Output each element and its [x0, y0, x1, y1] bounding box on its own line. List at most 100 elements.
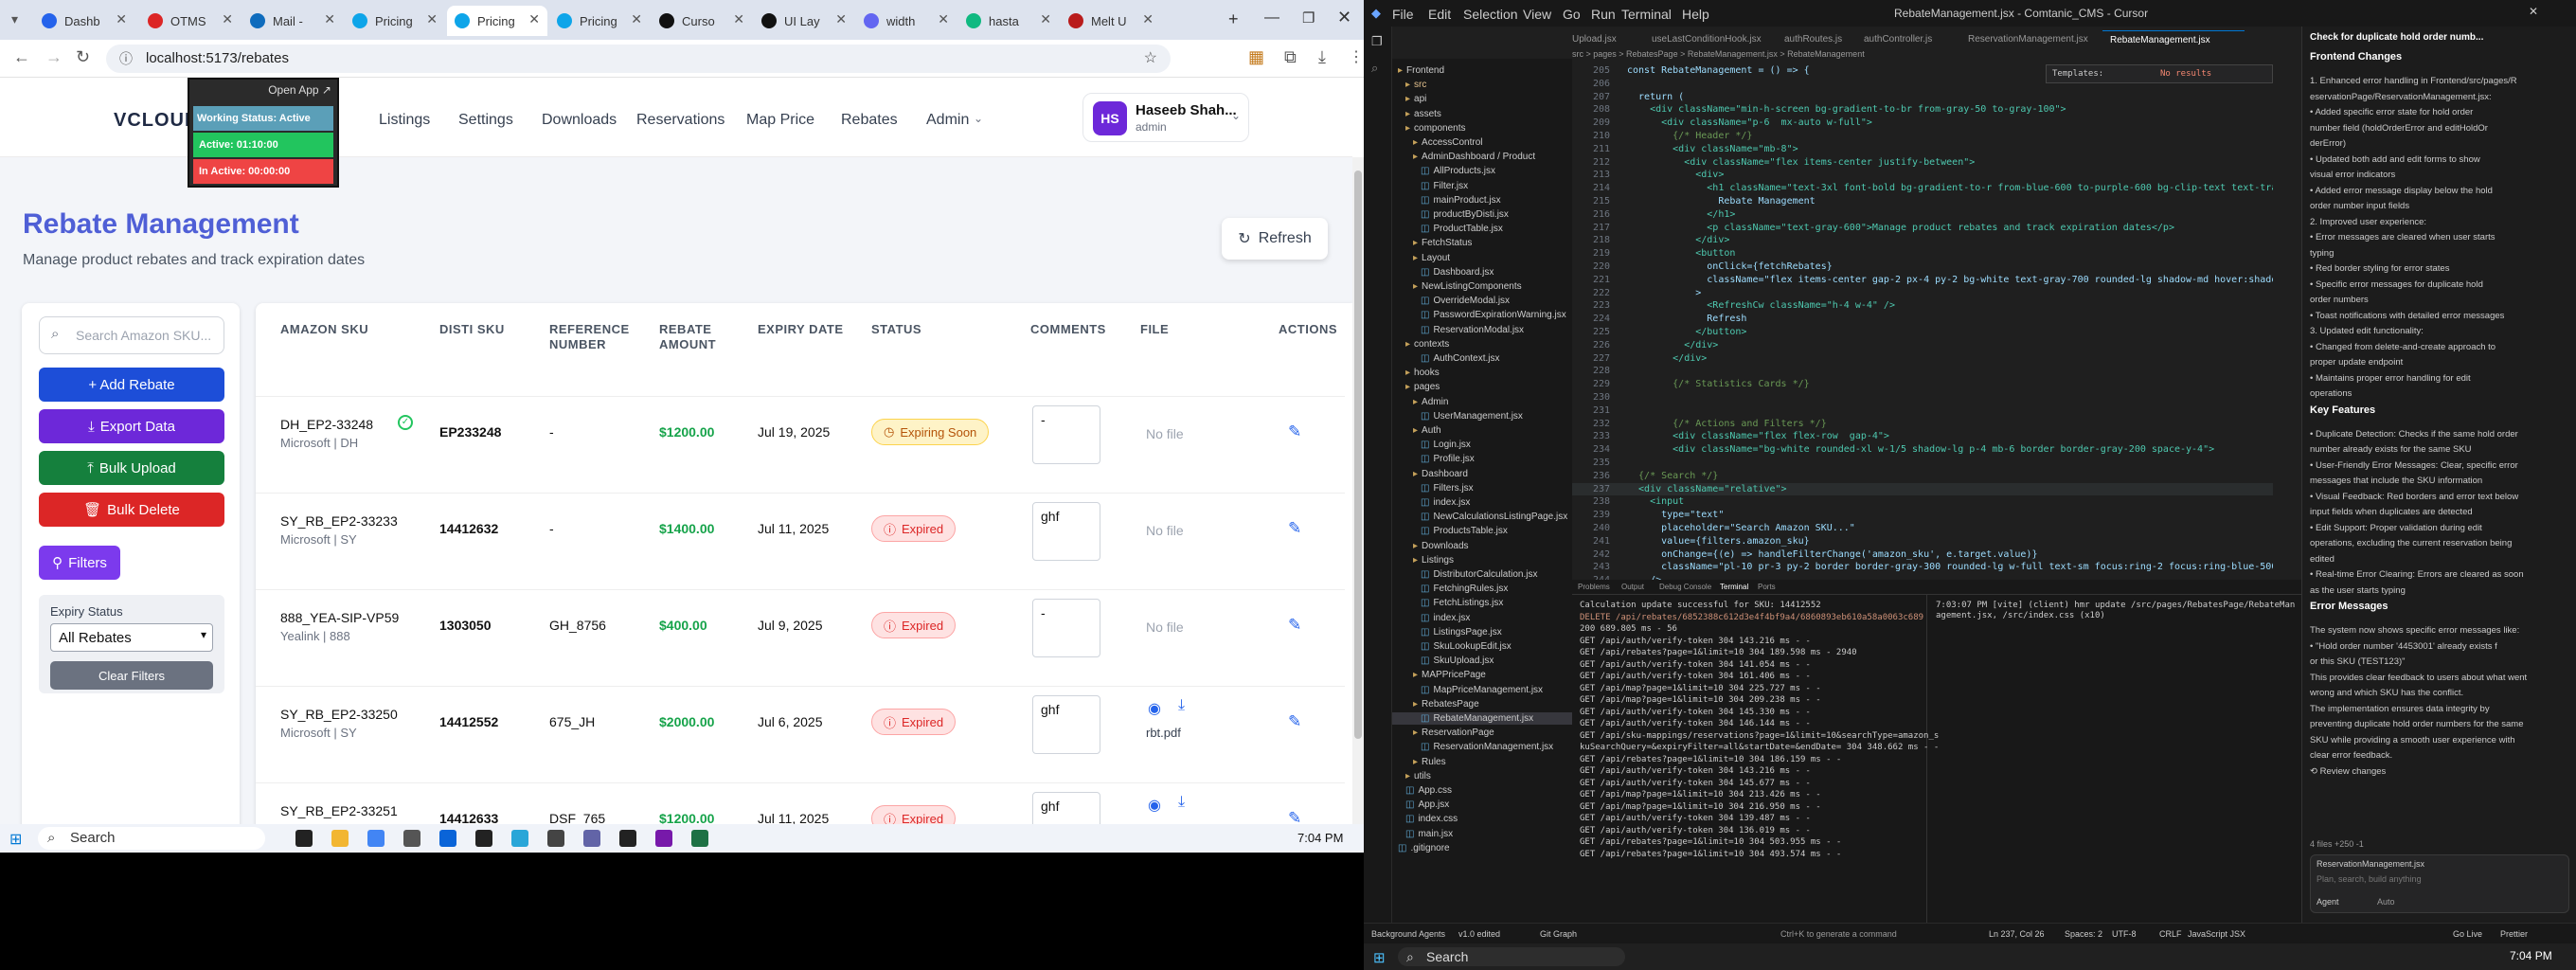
scrollbar-thumb[interactable] — [1354, 171, 1362, 739]
minimize-icon[interactable]: — — [1264, 9, 1279, 27]
explorer-file[interactable]: ◫ App.css — [1392, 784, 1572, 797]
explorer-folder[interactable]: ▸ RebatesPage — [1392, 698, 1572, 710]
status-item[interactable]: Go Live — [2453, 929, 2482, 939]
menu-terminal[interactable]: Terminal — [1621, 7, 1672, 22]
code-editor[interactable]: Templates: No results 205 const RebateMan… — [1572, 59, 2273, 580]
windows-start-icon[interactable]: ⊞ — [1373, 949, 1386, 966]
menu-selection[interactable]: Selection — [1463, 7, 1518, 22]
taskbar-app-icon[interactable] — [655, 830, 672, 847]
explorer-file[interactable]: ◫ productByDisti.jsx — [1392, 208, 1572, 221]
browser-tab[interactable]: Dashb ✕ — [34, 6, 134, 36]
site-info-icon[interactable]: ⓘ — [119, 45, 133, 73]
browser-tab[interactable]: Mail - ✕ — [242, 6, 343, 36]
explorer-file[interactable]: ◫ .gitignore — [1392, 842, 1572, 854]
changed-files-summary[interactable]: 4 files +250 -1 — [2310, 839, 2569, 853]
view-eye-icon[interactable]: ◉ — [1148, 699, 1161, 718]
model-select[interactable]: Auto — [2377, 897, 2395, 907]
close-tab-icon[interactable]: ✕ — [1040, 11, 1051, 27]
download-icon[interactable]: ⤓ — [1178, 794, 1185, 811]
panel-tab-output[interactable]: Output — [1621, 583, 1644, 591]
forward-icon[interactable]: → — [45, 47, 63, 67]
explorer-file[interactable]: ◫ DistributorCalculation.jsx — [1392, 568, 1572, 581]
taskbar-search[interactable]: ⌕ Search — [38, 827, 265, 850]
edit-icon[interactable]: ✎ — [1288, 422, 1301, 441]
url-input[interactable]: ⓘ localhost:5173/rebates ☆ — [106, 45, 1171, 73]
editor-tab[interactable]: RebateManagement.jsx — [2102, 30, 2245, 49]
download-icon[interactable]: ⤓ — [1318, 47, 1326, 67]
search-icon[interactable]: ⌕ — [1371, 61, 1378, 76]
status-item[interactable]: Ln 237, Col 26 — [1989, 929, 2045, 939]
explorer-folder[interactable]: ▸ NewListingComponents — [1392, 280, 1572, 293]
browser-tab[interactable]: UI Lay ✕ — [754, 6, 854, 36]
explorer-folder[interactable]: ▸ contexts — [1392, 338, 1572, 350]
explorer-file[interactable]: ◫ Dashboard.jsx — [1392, 266, 1572, 278]
view-eye-icon[interactable]: ◉ — [1148, 796, 1161, 815]
search-input[interactable]: ⌕ Search Amazon SKU... — [39, 316, 224, 354]
taskbar-app-icon[interactable] — [475, 830, 492, 847]
taskbar-app-icon[interactable] — [403, 830, 420, 847]
editor-tab[interactable]: Upload.jsx — [1565, 30, 1644, 49]
explorer-folder[interactable]: ▸ Admin — [1392, 396, 1572, 408]
menu-help[interactable]: Help — [1682, 7, 1709, 22]
panel-tab-problems[interactable]: Problems — [1578, 583, 1610, 591]
explorer-folder[interactable]: ▸ api — [1392, 93, 1572, 105]
close-tab-icon[interactable]: ✕ — [835, 11, 847, 27]
browser-tab[interactable]: hasta ✕ — [958, 6, 1059, 36]
taskbar-app-icon[interactable] — [511, 830, 528, 847]
taskbar-app-icon[interactable] — [691, 830, 708, 847]
explorer-file[interactable]: ◫ AllProducts.jsx — [1392, 165, 1572, 177]
expiry-status-select[interactable]: All Rebates ▾ — [50, 623, 213, 652]
menu-kebab-icon[interactable]: ⋮ — [1349, 47, 1364, 66]
status-item[interactable]: Prettier — [2500, 929, 2528, 939]
close-tab-icon[interactable]: ✕ — [938, 11, 949, 27]
new-tab-button[interactable]: + — [1228, 9, 1239, 29]
explorer-folder[interactable]: ▸ AccessControl — [1392, 136, 1572, 149]
bulk-upload-button[interactable]: ⤒ Bulk Upload — [39, 451, 224, 485]
browser-tab[interactable]: Pricing ✕ — [549, 6, 650, 36]
chat-input[interactable]: ReservationManagement.jsx Plan, search, … — [2310, 854, 2569, 913]
taskbar-app-icon[interactable] — [583, 830, 600, 847]
panel-tab-debug-console[interactable]: Debug Console — [1659, 583, 1711, 591]
explorer-folder[interactable]: ▸ Downloads — [1392, 540, 1572, 552]
explorer-folder[interactable]: ▸ ReservationPage — [1392, 727, 1572, 739]
open-app-link[interactable]: Open App ↗ — [268, 83, 331, 97]
user-menu[interactable]: HS Haseeb Shah... admin ⌄ — [1082, 93, 1249, 142]
edit-icon[interactable]: ✎ — [1288, 616, 1301, 635]
explorer-file[interactable]: ◫ ProductsTable.jsx — [1392, 525, 1572, 537]
comment-textarea[interactable]: - — [1032, 405, 1100, 464]
status-item[interactable]: Background Agents — [1371, 929, 1445, 939]
explorer-file[interactable]: ◫ Filter.jsx — [1392, 180, 1572, 192]
explorer-file[interactable]: ◫ ListingsPage.jsx — [1392, 626, 1572, 638]
comment-textarea[interactable]: - — [1032, 599, 1100, 657]
explorer-file[interactable]: ◫ PasswordExpirationWarning.jsx — [1392, 309, 1572, 321]
explorer-file[interactable]: ◫ App.jsx — [1392, 799, 1572, 811]
nav-map-price[interactable]: Map Price — [746, 112, 814, 129]
explorer-folder[interactable]: ▸ Rules — [1392, 756, 1572, 768]
explorer-file[interactable]: ◫ OverrideModal.jsx — [1392, 295, 1572, 307]
close-tab-icon[interactable]: ✕ — [733, 11, 744, 27]
explorer-folder[interactable]: ▸ Auth — [1392, 424, 1572, 437]
menu-run[interactable]: Run — [1591, 7, 1616, 22]
status-item[interactable]: v1.0 edited — [1458, 929, 1500, 939]
taskbar-app-icon[interactable] — [547, 830, 564, 847]
app-logo[interactable]: VCLOUD — [114, 110, 199, 132]
explorer-file[interactable]: ◫ Login.jsx — [1392, 439, 1572, 451]
explorer-folder[interactable]: ▸ assets — [1392, 108, 1572, 120]
explorer-file[interactable]: ◫ UserManagement.jsx — [1392, 410, 1572, 422]
close-tab-icon[interactable]: ✕ — [1142, 11, 1154, 27]
menu-view[interactable]: View — [1523, 7, 1551, 22]
explorer-file[interactable]: ◫ MapPriceManagement.jsx — [1392, 684, 1572, 696]
page-scrollbar[interactable] — [1352, 157, 1364, 824]
explorer-file[interactable]: ◫ ProductTable.jsx — [1392, 223, 1572, 235]
export-data-button[interactable]: ⤓ Export Data — [39, 409, 224, 443]
taskbar-app-icon[interactable] — [367, 830, 385, 847]
filters-button[interactable]: ⚲ Filters — [39, 546, 120, 580]
editor-tab[interactable]: authRoutes.js — [1777, 30, 1856, 49]
explorer-folder[interactable]: ▸ AdminDashboard / Product — [1392, 151, 1572, 163]
context-file-chip[interactable]: ReservationManagement.jsx — [2317, 859, 2424, 869]
explorer-file[interactable]: ◫ Filters.jsx — [1392, 482, 1572, 494]
explorer-file[interactable]: ◫ index.css — [1392, 813, 1572, 825]
back-icon[interactable]: ← — [13, 47, 30, 67]
taskbar-app-icon[interactable] — [331, 830, 349, 847]
explorer-file[interactable]: ◫ ReservationManagement.jsx — [1392, 741, 1572, 753]
